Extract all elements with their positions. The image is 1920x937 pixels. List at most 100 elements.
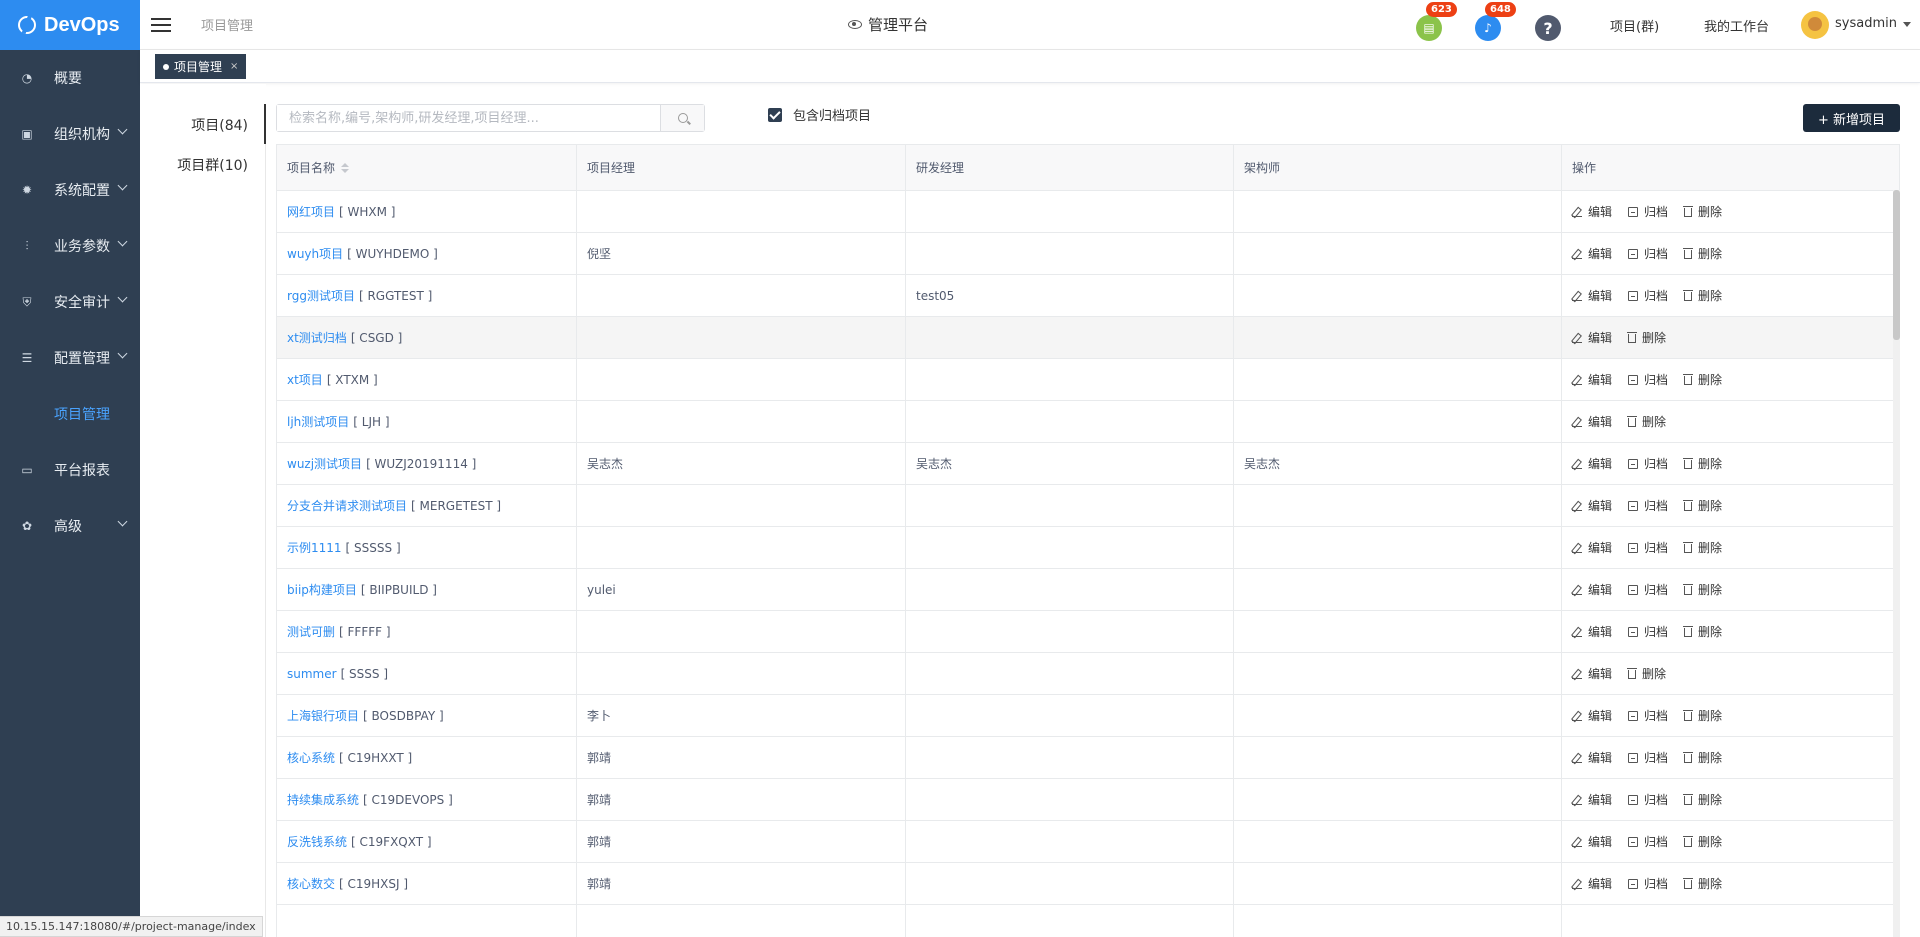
sidebar-item-6[interactable]: 项目管理 [0, 386, 140, 442]
chevron-down-icon[interactable] [117, 516, 128, 527]
chevron-down-icon[interactable] [117, 292, 128, 303]
table-row[interactable]: wuzj测试项目[ WUZJ20191114 ] 吴志杰 吴志杰 吴志杰 编辑 归档 删除 [277, 443, 1899, 485]
edit-button[interactable]: 编辑 [1572, 497, 1612, 514]
archive-button[interactable]: 归档 [1628, 245, 1668, 262]
search-button[interactable] [660, 105, 704, 131]
delete-button[interactable]: 删除 [1683, 791, 1722, 808]
archive-button[interactable]: 归档 [1628, 497, 1668, 514]
delete-button[interactable]: 删除 [1683, 833, 1722, 850]
delete-button[interactable]: 删除 [1627, 329, 1666, 346]
include-archived-toggle[interactable]: 包含归档项目 [768, 105, 871, 124]
project-group-link[interactable]: 项目(群) [1610, 16, 1659, 35]
edit-button[interactable]: 编辑 [1572, 581, 1612, 598]
delete-button[interactable]: 删除 [1627, 413, 1666, 430]
sidebar-item-3[interactable]: ⫶ 业务参数 [0, 218, 140, 274]
project-name-link[interactable]: 分支合并请求测试项目 [287, 497, 407, 514]
subnav-projects[interactable]: 项目(84) [191, 115, 248, 135]
table-row[interactable]: 核心系统 [ C19HXXT ] 郭靖 编辑 归档 删除 [277, 737, 1899, 779]
table-row[interactable]: 反洗钱系统 [ C19FXQXT ] 郭靖 编辑 归档 删除 [277, 821, 1899, 863]
project-name-link[interactable]: wuyh项目 [287, 245, 343, 262]
table-row[interactable]: biip构建项目[ BIIPBUILD ] yulei 编辑 归档 删除 [277, 569, 1899, 611]
table-row[interactable]: wuyh项目 [ WUYHDEMO ] 倪坚 编辑 归档 删除 [277, 233, 1899, 275]
project-name-link[interactable]: 核心系统 [287, 749, 335, 766]
delete-button[interactable]: 删除 [1683, 245, 1722, 262]
subnav-project-groups[interactable]: 项目群(10) [177, 155, 248, 175]
table-row[interactable]: 测试可删 [ FFFFF ] 编辑 归档 删除 [277, 611, 1899, 653]
delete-button[interactable]: 删除 [1683, 749, 1722, 766]
project-name-link[interactable]: summer [287, 667, 337, 681]
edit-button[interactable]: 编辑 [1572, 329, 1612, 346]
edit-button[interactable]: 编辑 [1572, 245, 1612, 262]
project-name-link[interactable]: 持续集成系统 [287, 791, 359, 808]
delete-button[interactable]: 删除 [1683, 875, 1722, 892]
sidebar-item-1[interactable]: ▣ 组织机构 [0, 106, 140, 162]
edit-button[interactable]: 编辑 [1572, 413, 1612, 430]
delete-button[interactable]: 删除 [1683, 203, 1722, 220]
include-archived-checkbox[interactable] [768, 107, 782, 122]
delete-button[interactable]: 删除 [1683, 287, 1722, 304]
project-name-link[interactable]: 核心数交 [287, 875, 335, 892]
breadcrumb[interactable]: 项目管理 [201, 15, 253, 34]
project-name-link[interactable]: wuzj测试项目 [287, 455, 362, 472]
archive-button[interactable]: 归档 [1628, 455, 1668, 472]
add-project-button[interactable]: + 新增项目 [1803, 104, 1900, 132]
archive-button[interactable]: 归档 [1628, 791, 1668, 808]
table-row[interactable]: 核心数交 [ C19HXSJ ] 郭靖 编辑 归档 删除 [277, 863, 1899, 905]
tab-project-manage[interactable]: 项目管理 × [155, 54, 247, 79]
sort-icon[interactable] [341, 162, 350, 173]
hamburger-menu-icon[interactable] [151, 17, 171, 32]
sidebar-item-2[interactable]: ✹ 系统配置 [0, 162, 140, 218]
delete-button[interactable]: 删除 [1683, 371, 1722, 388]
message-notification-button[interactable]: ♪ 648 [1475, 2, 1516, 41]
table-row[interactable]: ljh测试项目 [ LJH ] 编辑 删除 [277, 401, 1899, 443]
project-name-link[interactable]: 上海银行项目 [287, 707, 359, 724]
project-name-link[interactable]: 测试可删 [287, 623, 335, 640]
edit-button[interactable]: 编辑 [1572, 791, 1612, 808]
table-row[interactable]: 上海银行项目 [ BOSDBPAY ] 李卜 编辑 归档 删除 [277, 695, 1899, 737]
edit-button[interactable]: 编辑 [1572, 287, 1612, 304]
table-scrollbar-thumb[interactable] [1893, 190, 1900, 340]
archive-button[interactable]: 归档 [1628, 203, 1668, 220]
sidebar-item-7[interactable]: ▭ 平台报表 [0, 442, 140, 498]
table-row[interactable]: 持续集成系统 [ C19DEVOPS ] 郭靖 编辑 归档 删除 [277, 779, 1899, 821]
task-notification-button[interactable]: ▤ 623 [1416, 2, 1457, 41]
table-row[interactable] [277, 905, 1899, 937]
brand[interactable]: DevOps [0, 0, 140, 50]
project-name-link[interactable]: biip构建项目 [287, 581, 357, 598]
sidebar-item-8[interactable]: ✿ 高级 [0, 498, 140, 554]
chevron-down-icon[interactable] [117, 236, 128, 247]
edit-button[interactable]: 编辑 [1572, 539, 1612, 556]
delete-button[interactable]: 删除 [1683, 581, 1722, 598]
archive-button[interactable]: 归档 [1628, 287, 1668, 304]
my-workspace-link[interactable]: 我的工作台 [1704, 16, 1769, 35]
table-row[interactable]: summer[ SSSS ] 编辑 删除 [277, 653, 1899, 695]
edit-button[interactable]: 编辑 [1572, 749, 1612, 766]
delete-button[interactable]: 删除 [1683, 497, 1722, 514]
search-input[interactable] [277, 105, 660, 131]
project-name-link[interactable]: 反洗钱系统 [287, 833, 347, 850]
project-name-link[interactable]: rgg测试项目 [287, 287, 355, 304]
delete-button[interactable]: 删除 [1683, 623, 1722, 640]
edit-button[interactable]: 编辑 [1572, 707, 1612, 724]
edit-button[interactable]: 编辑 [1572, 833, 1612, 850]
archive-button[interactable]: 归档 [1628, 875, 1668, 892]
column-header-name[interactable]: 项目名称 [277, 145, 577, 190]
table-row[interactable]: xt测试归档[ CSGD ] 编辑 删除 [277, 317, 1899, 359]
edit-button[interactable]: 编辑 [1572, 875, 1612, 892]
table-row[interactable]: 网红项目 [ WHXM ] 编辑 归档 删除 [277, 191, 1899, 233]
user-dropdown-caret-icon[interactable] [1903, 22, 1911, 27]
tab-close-icon[interactable]: × [230, 61, 238, 72]
help-button[interactable]: ? [1535, 15, 1561, 41]
project-name-link[interactable]: 网红项目 [287, 203, 335, 220]
edit-button[interactable]: 编辑 [1572, 371, 1612, 388]
archive-button[interactable]: 归档 [1628, 539, 1668, 556]
chevron-down-icon[interactable] [117, 124, 128, 135]
delete-button[interactable]: 删除 [1683, 707, 1722, 724]
archive-button[interactable]: 归档 [1628, 581, 1668, 598]
edit-button[interactable]: 编辑 [1572, 665, 1612, 682]
delete-button[interactable]: 删除 [1683, 539, 1722, 556]
archive-button[interactable]: 归档 [1628, 749, 1668, 766]
user-avatar[interactable] [1801, 11, 1829, 39]
sidebar-item-0[interactable]: ◔ 概要 [0, 50, 140, 106]
chevron-down-icon[interactable] [117, 348, 128, 359]
